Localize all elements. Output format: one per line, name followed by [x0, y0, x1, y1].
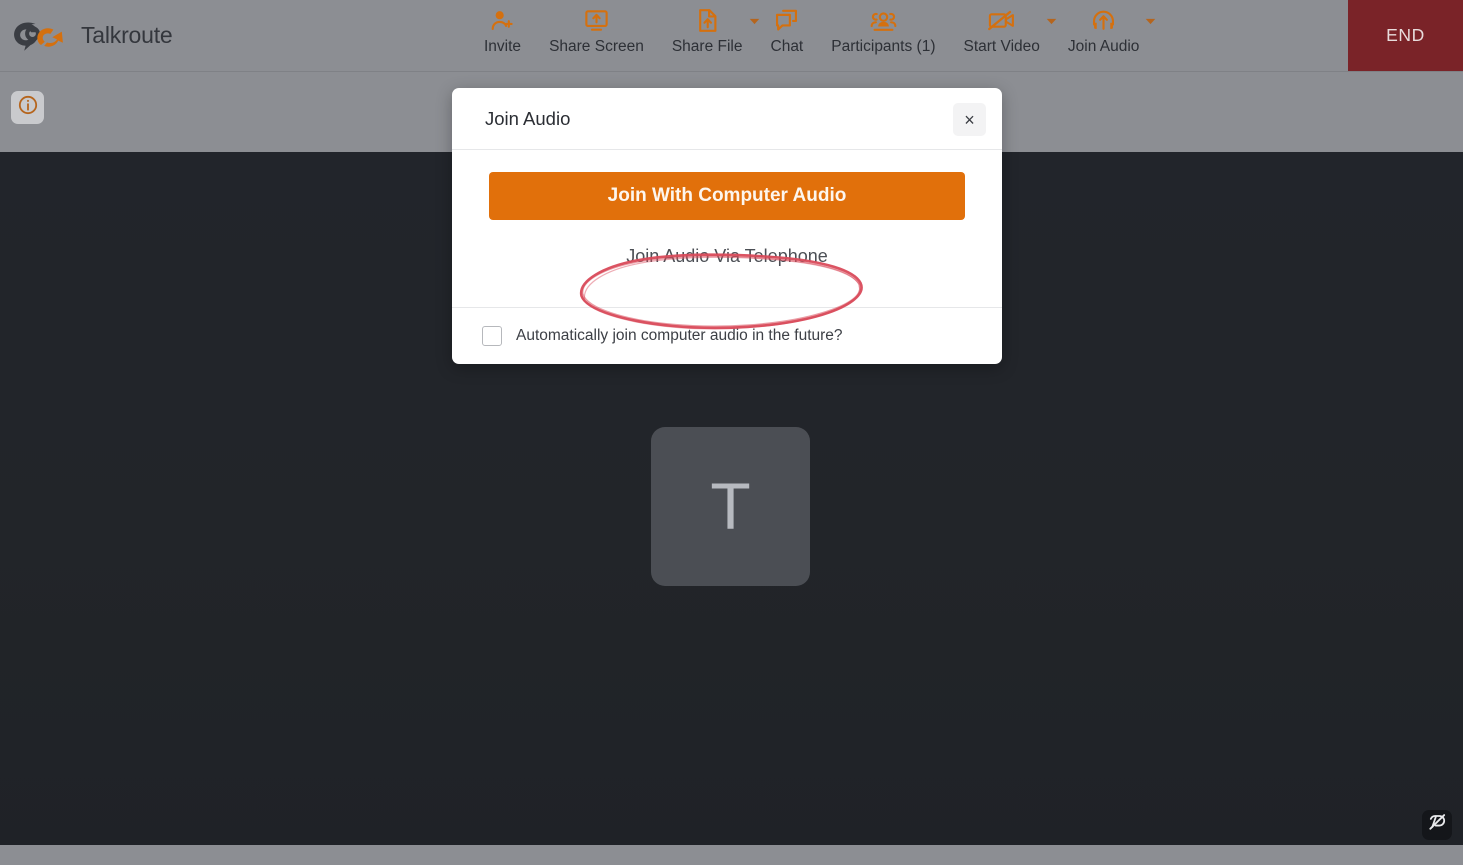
toolbar-item-label: Share File [671, 38, 743, 55]
share-file-icon [695, 5, 720, 35]
auto-join-audio-checkbox[interactable] [482, 326, 502, 346]
toolbar-item-label: Share Screen [549, 38, 644, 55]
auto-join-audio-label: Automatically join computer audio in the… [516, 327, 843, 344]
toolbar-item-label: Participants (1) [831, 38, 936, 55]
toolbar-item-label: Join Audio [1067, 38, 1140, 55]
meeting-info-button[interactable] [11, 91, 44, 124]
share-screen-off-indicator[interactable] [1422, 810, 1452, 840]
dialog-footer: Automatically join computer audio in the… [452, 308, 1002, 364]
participants-icon [869, 5, 898, 35]
toolbar-item-start-video[interactable]: Start Video [949, 5, 1057, 67]
toolbar-item-share-file[interactable]: Share File [658, 5, 759, 67]
toolbar-actions: Invite Share Screen Share File Chat Part… [470, 0, 1348, 71]
dialog-body: Join With Computer Audio Join Audio Via … [452, 150, 1002, 308]
share-screen-off-icon [1427, 812, 1448, 838]
join-audio-via-telephone-button[interactable]: Join Audio Via Telephone [489, 231, 965, 281]
video-off-icon [987, 5, 1016, 35]
close-icon[interactable]: × [953, 103, 986, 136]
join-audio-dialog: Join Audio × Join With Computer Audio Jo… [452, 88, 1002, 364]
toolbar-item-label: Start Video [963, 38, 1040, 55]
share-screen-icon [583, 5, 610, 35]
chat-bubbles-icon [773, 5, 800, 35]
avatar-initial: T [710, 468, 751, 543]
meeting-toolbar: Talkroute Invite Share Screen Share File… [0, 0, 1463, 72]
bottom-strip [0, 845, 1463, 855]
toolbar-item-chat[interactable]: Chat [757, 5, 818, 67]
toolbar-item-join-audio[interactable]: Join Audio [1054, 5, 1157, 67]
toolbar-item-share-screen[interactable]: Share Screen [535, 5, 658, 67]
toolbar-item-invite[interactable]: Invite [470, 5, 535, 67]
chevron-down-icon[interactable] [1144, 15, 1157, 28]
brand: Talkroute [0, 0, 470, 71]
dialog-header: Join Audio × [452, 88, 1002, 150]
end-meeting-label: END [1386, 25, 1425, 45]
toolbar-item-label: Invite [484, 38, 522, 55]
headphones-up-icon [1090, 5, 1117, 35]
info-circle-icon [17, 94, 39, 121]
toolbar-item-label: Chat [770, 38, 804, 55]
dialog-title: Join Audio [485, 107, 571, 129]
talkroute-swoosh-logo-icon [12, 18, 70, 54]
join-with-computer-audio-button[interactable]: Join With Computer Audio [489, 172, 965, 220]
toolbar-item-participants[interactable]: Participants (1) [817, 5, 949, 67]
brand-name: Talkroute [81, 22, 173, 48]
end-meeting-button[interactable]: END [1348, 0, 1463, 71]
talkroute-meeting-window: Talkroute Invite Share Screen Share File… [0, 0, 1463, 865]
person-add-icon [489, 5, 516, 35]
participant-avatar[interactable]: T [651, 427, 810, 586]
